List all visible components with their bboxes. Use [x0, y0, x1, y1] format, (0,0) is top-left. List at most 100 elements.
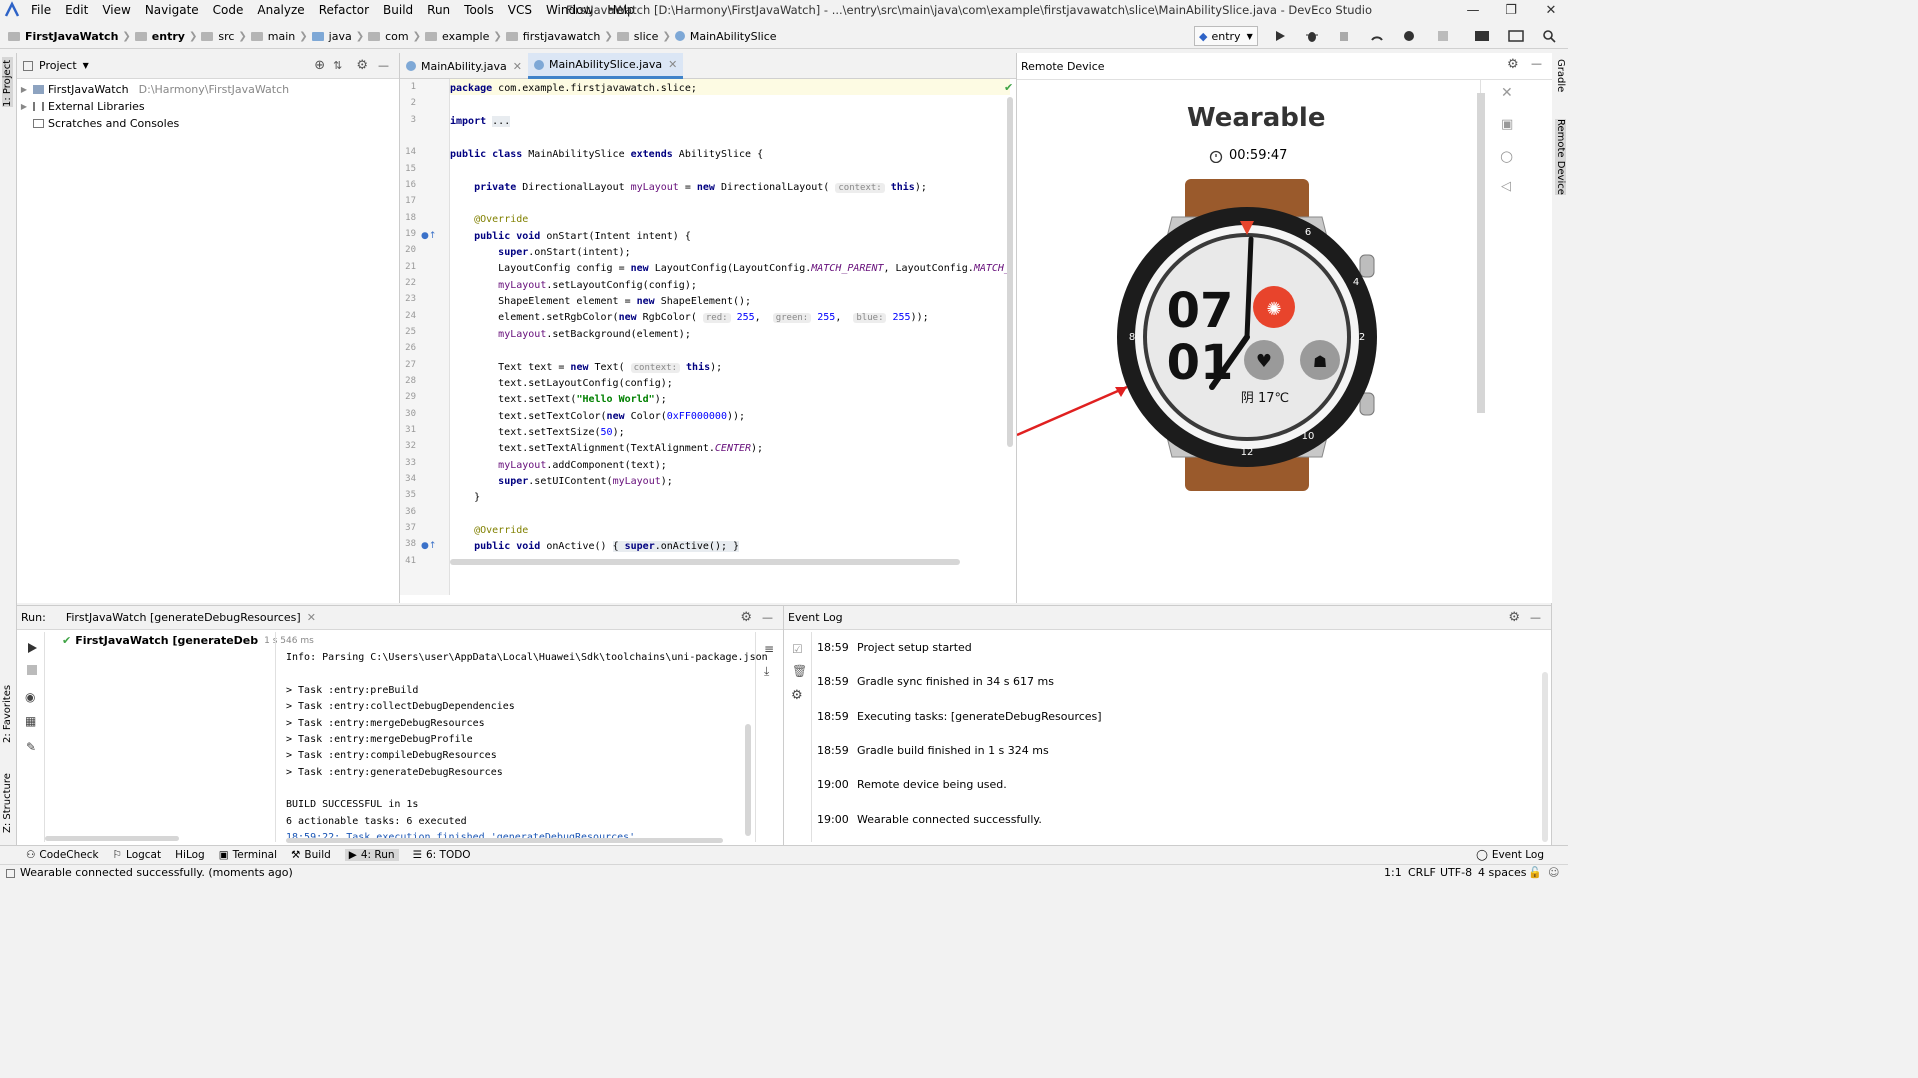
run-tab[interactable]: FirstJavaWatch [generateDebugResources] ✕	[62, 611, 320, 624]
inspector-icon[interactable]: ☺	[1548, 865, 1559, 881]
hide-panel-icon[interactable]: —	[1531, 57, 1542, 70]
event-entry[interactable]: 18:59 Project setup started	[817, 640, 972, 656]
build-tool-button[interactable]: ⚒ Build	[291, 849, 331, 861]
stop-icon[interactable]	[1436, 29, 1450, 43]
tree-scrollbar[interactable]	[45, 836, 179, 841]
codecheck-tool-button[interactable]: ⚇ CodeCheck	[26, 849, 99, 861]
gear-icon[interactable]: ⚙	[1507, 57, 1519, 72]
menu-edit[interactable]: Edit	[58, 0, 95, 21]
breadcrumb-item[interactable]: main ❯	[250, 24, 308, 48]
code-line[interactable]: @Override	[450, 523, 1010, 539]
event-log-scrollbar[interactable]	[1542, 672, 1548, 842]
tree-item-project-root[interactable]: ▶ FirstJavaWatch D:\Harmony\FirstJavaWat…	[17, 81, 399, 98]
breadcrumb-item[interactable]: java ❯	[311, 24, 364, 48]
menu-run[interactable]: Run	[420, 0, 457, 21]
code-line[interactable]: text.setTextColor(new Color(0xFF000000))…	[450, 409, 1010, 425]
stop-icon[interactable]	[26, 664, 38, 676]
horizontal-scrollbar[interactable]	[450, 559, 960, 565]
status-message[interactable]: Wearable connected successfully. (moment…	[20, 865, 293, 881]
run-icon[interactable]	[1273, 29, 1287, 43]
menu-navigate[interactable]: Navigate	[138, 0, 206, 21]
close-tab-icon[interactable]: ✕	[513, 60, 522, 73]
event-entry[interactable]: 19:00 Remote device being used.	[817, 777, 1007, 793]
device-scrollbar[interactable]	[1477, 93, 1485, 413]
soft-wrap-icon[interactable]: ≡	[764, 642, 774, 656]
indent-setting[interactable]: 4 spaces	[1478, 865, 1527, 881]
run-tree-item[interactable]: ✔ FirstJavaWatch [generateDeb 1 s 546 ms	[62, 634, 314, 647]
apply-changes-icon[interactable]	[1402, 29, 1416, 43]
breadcrumb-item[interactable]: entry ❯	[134, 24, 197, 48]
back-icon[interactable]: ◁	[1501, 179, 1511, 194]
code-line[interactable]: text.setLayoutConfig(config);	[450, 376, 1010, 392]
code-line[interactable]: Text text = new Text( context: this);	[450, 360, 1010, 376]
menu-build[interactable]: Build	[376, 0, 420, 21]
line-separator[interactable]: CRLF	[1408, 865, 1436, 881]
profile-icon[interactable]	[1370, 29, 1384, 43]
code-line[interactable]: package com.example.firstjavawatch.slice…	[450, 81, 1010, 97]
minimize-button[interactable]: —	[1458, 0, 1488, 21]
event-entry[interactable]: 18:59 Executing tasks: [generateDebugReso…	[817, 709, 1102, 725]
code-line[interactable]: }	[450, 490, 1010, 506]
breadcrumb-item[interactable]: FirstJavaWatch ❯	[8, 24, 131, 48]
watch-screen[interactable]: 12 10 8 2 4 6 07 01 ✺ ♥ ☗ 阴 17℃	[1112, 177, 1382, 493]
project-structure-icon[interactable]	[1474, 29, 1490, 43]
menu-analyze[interactable]: Analyze	[250, 0, 311, 21]
run-config-select[interactable]: ◆ entry ▼	[1194, 26, 1258, 46]
close-tab-icon[interactable]: ✕	[307, 611, 316, 624]
code-line[interactable]: text.setText("Hello World");	[450, 392, 1010, 408]
settings-icon[interactable]: ⚙	[791, 688, 803, 703]
expand-icon[interactable]: ▶	[19, 81, 29, 98]
code-line[interactable]: public void onActive() { super.onActive(…	[450, 539, 1010, 555]
structure-tool-button[interactable]: Z: Structure	[2, 769, 13, 833]
project-view-select[interactable]: Project	[39, 59, 77, 72]
console-hscrollbar[interactable]	[286, 838, 723, 843]
overview-icon[interactable]: ▣	[1501, 117, 1513, 132]
tree-item-scratches[interactable]: Scratches and Consoles	[17, 115, 399, 132]
code-line[interactable]: public class MainAbilitySlice extends Ab…	[450, 147, 1010, 163]
lock-icon[interactable]: 🔓	[1528, 865, 1542, 881]
project-tool-button[interactable]: 1: Project	[2, 57, 13, 107]
close-window-button[interactable]: ✕	[1536, 0, 1566, 21]
layout-icon[interactable]: ▦	[25, 714, 36, 728]
eye-icon[interactable]: ◉	[25, 690, 35, 704]
code-line[interactable]: myLayout.setBackground(element);	[450, 327, 1010, 343]
code-line[interactable]: LayoutConfig config = new LayoutConfig(L…	[450, 261, 1010, 277]
code-line[interactable]: myLayout.setLayoutConfig(config);	[450, 278, 1010, 294]
breadcrumb-item[interactable]: com ❯	[368, 24, 421, 48]
menu-code[interactable]: Code	[206, 0, 251, 21]
breadcrumb-item[interactable]: firstjavawatch ❯	[505, 24, 613, 48]
scroll-to-end-icon[interactable]: ⤓	[764, 664, 769, 679]
caret-position[interactable]: 1:1	[1384, 865, 1402, 881]
console-scrollbar[interactable]	[745, 724, 751, 836]
menu-vcs[interactable]: VCS	[501, 0, 539, 21]
code-line[interactable]: public void onStart(Intent intent) {	[450, 229, 1010, 245]
locate-icon[interactable]: ⊕	[314, 58, 325, 73]
file-encoding[interactable]: UTF-8	[1440, 865, 1472, 881]
search-icon[interactable]	[1542, 29, 1556, 43]
hide-panel-icon[interactable]: —	[378, 59, 389, 72]
override-marker-icon[interactable]: ●↑	[421, 231, 436, 241]
code-line[interactable]: text.setTextAlignment(TextAlignment.CENT…	[450, 441, 1010, 457]
code-line[interactable]: myLayout.addComponent(text);	[450, 458, 1010, 474]
code-line[interactable]: super.onStart(intent);	[450, 245, 1010, 261]
tree-item-external-libraries[interactable]: ▶ External Libraries	[17, 98, 399, 115]
gear-icon[interactable]: ⚙	[356, 58, 368, 73]
code-line[interactable]: super.setUIContent(myLayout);	[450, 474, 1010, 490]
code-line[interactable]: element.setRgbColor(new RgbColor( red: 2…	[450, 310, 1010, 326]
hide-panel-icon[interactable]: —	[762, 611, 773, 624]
favorites-tool-button[interactable]: 2: Favorites	[2, 683, 13, 743]
collapse-all-icon[interactable]: ⇅	[333, 59, 342, 72]
event-entry[interactable]: 18:59 Gradle build finished in 1 s 324 ms	[817, 743, 1049, 759]
code-line[interactable]: text.setTextSize(50);	[450, 425, 1010, 441]
breadcrumb-item[interactable]: example ❯	[425, 24, 502, 48]
override-marker-icon[interactable]: ●↑	[421, 541, 436, 551]
close-tab-icon[interactable]: ✕	[668, 58, 677, 71]
hilog-tool-button[interactable]: HiLog	[175, 849, 205, 861]
trash-icon[interactable]: 🗑	[792, 664, 807, 678]
menu-file[interactable]: File	[24, 0, 58, 21]
status-icon[interactable]	[6, 869, 15, 878]
code-line[interactable]: import ...	[450, 114, 1010, 130]
debug-icon[interactable]	[1305, 29, 1319, 43]
code-line[interactable]: @Override	[450, 212, 1010, 228]
close-icon[interactable]: ✕	[1501, 85, 1513, 101]
